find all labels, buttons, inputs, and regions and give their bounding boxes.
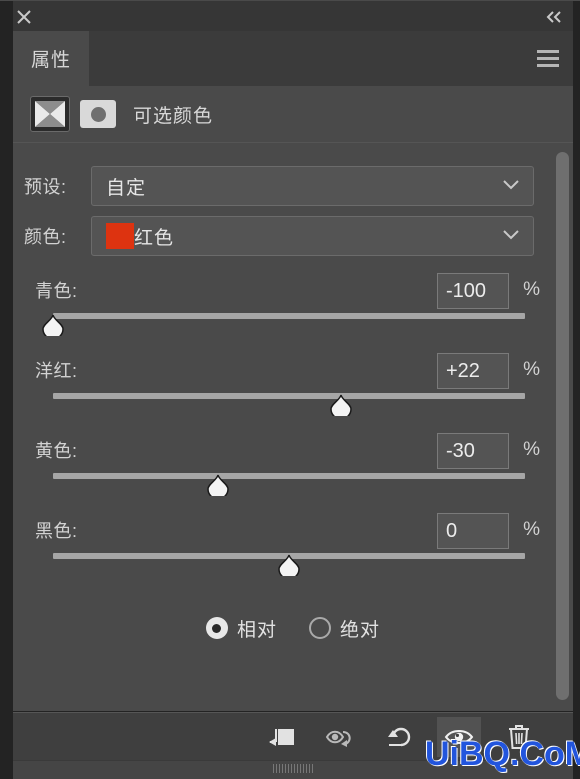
slider-value-cyan[interactable]: -100 (437, 273, 509, 309)
slider-head-yellow: 黄色: -30 % (13, 429, 573, 471)
resize-grip (273, 764, 313, 773)
radio-relative-label: 相对 (236, 619, 277, 641)
slider-label-black: 黑色: (35, 521, 78, 541)
titlebar-right-gap (573, 1, 580, 32)
slider-group-cyan: 青色: -100 % (13, 269, 573, 340)
slider-group-magenta: 洋红: +22 % (13, 349, 573, 420)
preset-value: 自定 (106, 177, 147, 199)
slider-thumb-black[interactable] (277, 554, 301, 580)
method-radio-row: 相对 绝对 (13, 608, 573, 648)
slider-track-magenta (53, 393, 525, 399)
close-icon[interactable] (13, 6, 35, 28)
slider-track-wrap-cyan[interactable] (42, 311, 525, 340)
preset-row: 预设: 自定 (13, 165, 573, 207)
preset-dropdown[interactable]: 自定 (91, 166, 534, 206)
slider-track-wrap-yellow[interactable] (53, 471, 525, 500)
preset-label: 预设: (24, 177, 67, 197)
adjustment-title: 可选颜色 (133, 105, 214, 127)
layer-mask-thumbnail[interactable] (80, 100, 116, 128)
slider-label-cyan: 青色: (35, 281, 78, 301)
slider-thumb-yellow[interactable] (206, 474, 230, 500)
radio-relative[interactable]: 相对 (205, 615, 277, 642)
slider-value-yellow[interactable]: -30 (437, 433, 509, 469)
mask-shape (90, 106, 106, 122)
slider-value-black[interactable]: 0 (437, 513, 509, 549)
radio-absolute-label: 绝对 (340, 619, 381, 641)
panel-resize-strip[interactable] (13, 760, 573, 779)
slider-track-wrap-black[interactable] (53, 551, 525, 580)
radio-absolute[interactable]: 绝对 (309, 615, 380, 642)
delete-icon[interactable] (497, 717, 541, 757)
color-row: 颜色: 红色 (13, 215, 573, 257)
slider-unit-black: % (523, 519, 540, 540)
slider-unit-magenta: % (523, 359, 540, 380)
slider-track-wrap-magenta[interactable] (53, 391, 525, 420)
radio-relative-dot (212, 623, 222, 633)
panel-body: 预设: 自定 颜色: 红色 青色: -100 % 洋红: +22 % 黄色: -… (13, 142, 573, 711)
chevron-down-icon (502, 227, 520, 245)
slider-head-cyan: 青色: -100 % (13, 269, 573, 311)
slider-group-black: 黑色: 0 % (13, 509, 573, 580)
color-swatch (106, 223, 134, 249)
vertical-scrollbar-thumb[interactable] (556, 152, 569, 700)
slider-thumb-magenta[interactable] (329, 394, 353, 420)
slider-head-black: 黑色: 0 % (13, 509, 573, 551)
slider-thumb-cyan[interactable] (41, 314, 65, 340)
tab-properties[interactable]: 属性 (13, 31, 89, 86)
slider-track-cyan (53, 313, 525, 319)
slider-label-yellow: 黄色: (35, 441, 78, 461)
slider-group-yellow: 黄色: -30 % (13, 429, 573, 500)
color-dropdown[interactable]: 红色 (91, 216, 534, 256)
titlebar-left-gap (0, 1, 13, 32)
collapse-double-chevron-icon[interactable] (544, 8, 566, 26)
adjustment-header: 可选颜色 (13, 86, 573, 142)
color-label: 颜色: (24, 227, 67, 247)
slider-track-yellow (53, 473, 525, 479)
radio-relative-indicator (205, 617, 228, 639)
slider-value-magenta[interactable]: +22 (437, 353, 509, 389)
reset-icon[interactable] (379, 717, 423, 757)
panel-bottom-toolbar (13, 712, 573, 761)
adjustment-layer-thumbnail[interactable] (30, 96, 70, 132)
hamburger-menu-icon[interactable] (537, 50, 559, 67)
properties-panel: 属性 可选颜色 预设: 自定 颜色: 红色 青色: -100 % 洋红: +22… (0, 0, 580, 779)
clip-to-layer-icon[interactable] (259, 717, 303, 757)
tab-strip: 属性 (13, 31, 573, 86)
slider-head-magenta: 洋红: +22 % (13, 349, 573, 391)
chevron-down-icon (502, 177, 520, 195)
view-previous-state-icon[interactable] (319, 717, 363, 757)
panel-titlebar (0, 0, 580, 32)
slider-unit-cyan: % (523, 279, 540, 300)
radio-absolute-indicator (309, 617, 331, 639)
color-value: 红色 (134, 227, 175, 249)
tab-properties-label: 属性 (30, 50, 71, 71)
slider-label-magenta: 洋红: (35, 361, 78, 381)
toggle-visibility-icon[interactable] (437, 717, 481, 757)
slider-unit-yellow: % (523, 439, 540, 460)
